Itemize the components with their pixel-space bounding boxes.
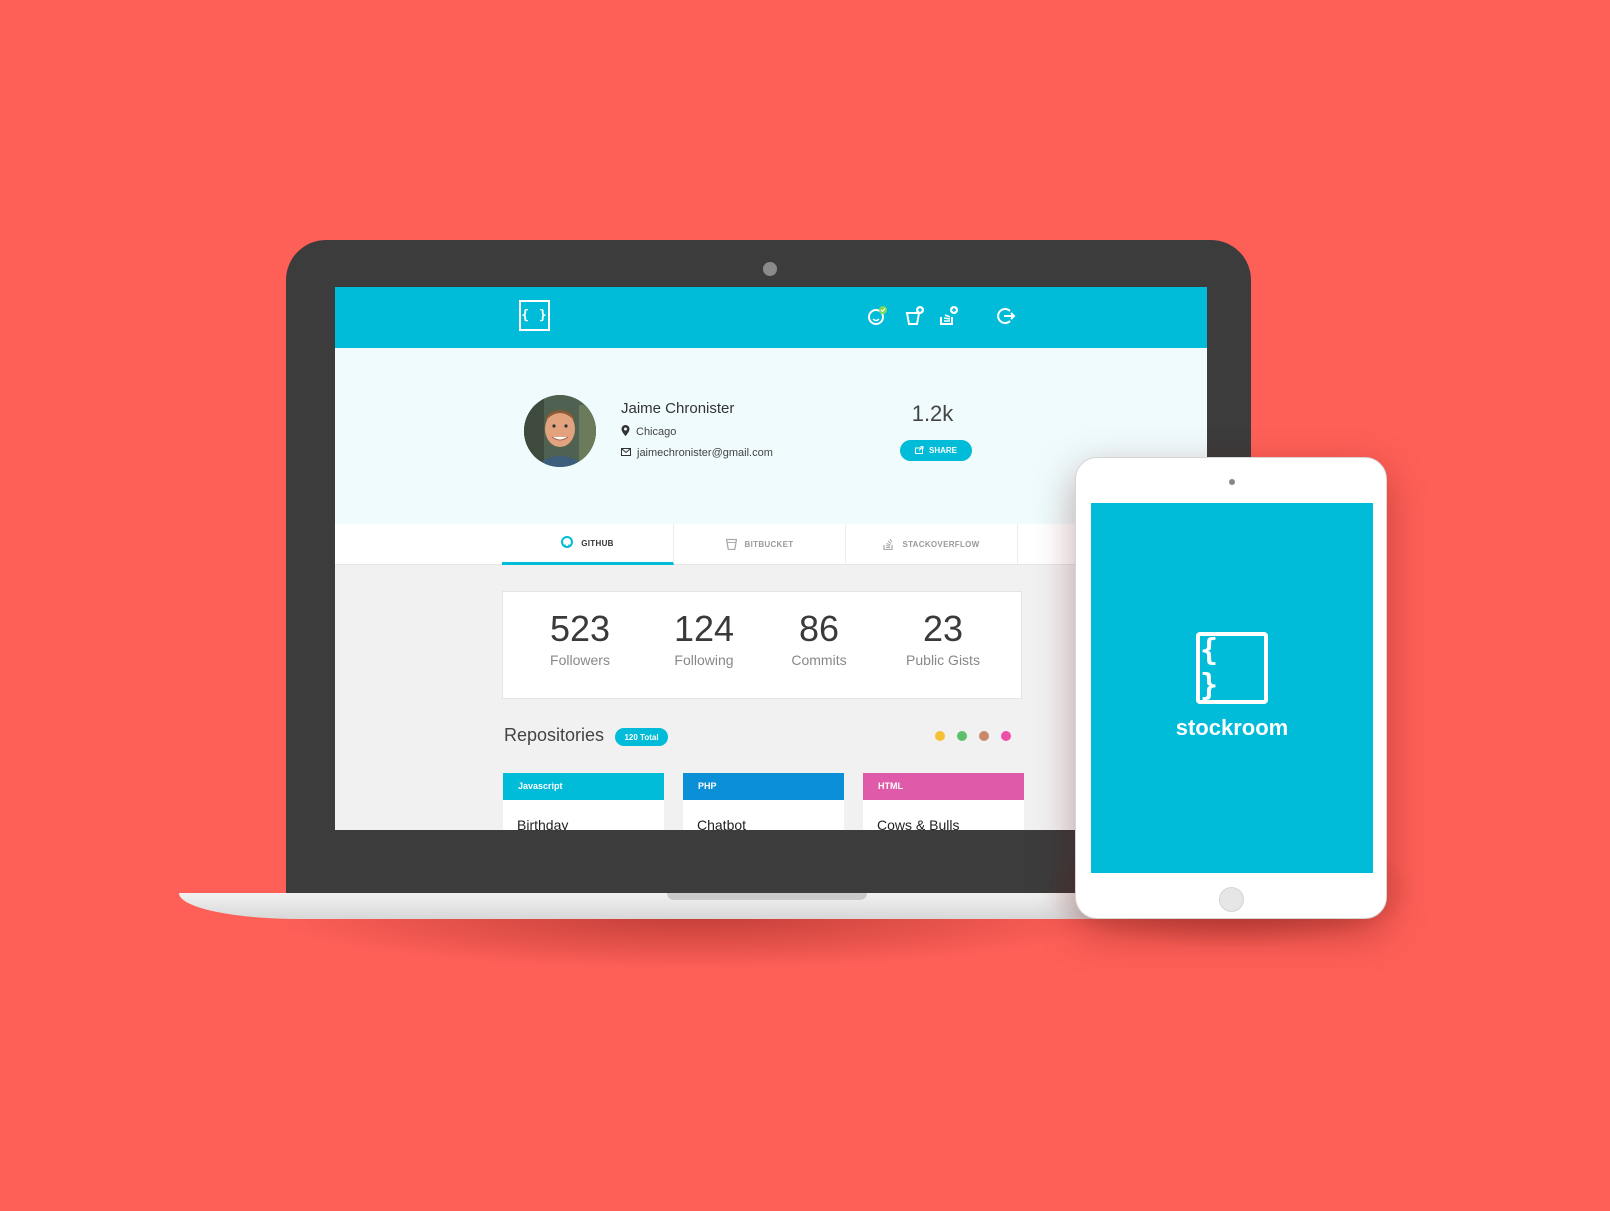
tablet-device: { } stockroom xyxy=(1075,457,1387,919)
stat-value: 86 xyxy=(798,608,840,649)
stackoverflow-icon xyxy=(883,538,894,552)
filter-dot-yellow[interactable] xyxy=(935,731,945,741)
filter-dot-pink[interactable] xyxy=(1001,731,1011,741)
bitbucket-add-icon[interactable] xyxy=(904,305,926,327)
repo-name: Birthday xyxy=(517,817,569,830)
logout-icon[interactable] xyxy=(995,305,1017,327)
repo-name: Cows & Bulls xyxy=(877,817,960,830)
profile-email[interactable]: jaimechronister@gmail.com xyxy=(637,447,773,459)
tablet-splash-screen: { } stockroom xyxy=(1091,503,1373,873)
tab-stackoverflow[interactable]: STACKOVERFLOW xyxy=(846,524,1018,565)
repositories-title: Repositories xyxy=(504,725,605,745)
stat-label: Following xyxy=(674,652,734,668)
repo-card[interactable]: PHP Chatbot xyxy=(683,773,844,830)
stat-commits[interactable]: 86 Commits xyxy=(759,608,879,668)
location-row: Chicago xyxy=(621,425,676,439)
brand-name: stockroom xyxy=(1175,715,1289,740)
profile-name: Jaime Chronister xyxy=(621,400,735,417)
home-button[interactable] xyxy=(1219,887,1244,912)
tablet-camera xyxy=(1229,479,1235,485)
stat-following[interactable]: 124 Following xyxy=(644,608,764,668)
stat-followers[interactable]: 523 Followers xyxy=(520,608,640,668)
stockroom-logo-icon: { } xyxy=(1196,632,1268,704)
tab-label: GITHUB xyxy=(581,538,614,548)
bitbucket-icon xyxy=(725,538,737,552)
app-logo[interactable]: { } xyxy=(519,300,550,331)
share-label: SHARE xyxy=(928,446,957,455)
stackoverflow-add-icon[interactable] xyxy=(938,305,960,327)
stat-value: 23 xyxy=(922,608,964,649)
github-icon xyxy=(561,536,574,550)
filter-dot-green[interactable] xyxy=(957,731,967,741)
repo-language: Javascript xyxy=(503,773,664,800)
avatar[interactable] xyxy=(524,395,596,467)
tab-label: BITBUCKET xyxy=(744,540,794,549)
repo-card[interactable]: Javascript Birthday xyxy=(503,773,664,830)
stat-value: 124 xyxy=(673,608,735,649)
repo-card[interactable]: HTML Cows & Bulls xyxy=(863,773,1024,830)
laptop-notch xyxy=(667,893,867,900)
laptop-camera xyxy=(763,262,777,276)
repo-language: HTML xyxy=(863,773,1024,800)
tab-bitbucket[interactable]: BITBUCKET xyxy=(674,524,846,565)
github-connected-icon[interactable] xyxy=(867,305,889,327)
stat-label: Commits xyxy=(791,652,847,668)
tab-github[interactable]: GITHUB xyxy=(502,524,674,565)
profile-score: 1.2k xyxy=(911,401,954,426)
stat-public-gists[interactable]: 23 Public Gists xyxy=(883,608,1003,668)
stat-label: Public Gists xyxy=(906,652,980,668)
repo-language: PHP xyxy=(683,773,844,800)
profile-location: Chicago xyxy=(636,426,677,438)
share-icon xyxy=(914,445,924,456)
top-navbar: { } xyxy=(335,287,1207,348)
mail-icon xyxy=(621,447,631,459)
repositories-total-badge: 120 Total xyxy=(615,728,668,746)
tab-label: STACKOVERFLOW xyxy=(902,540,980,549)
map-pin-icon xyxy=(621,425,630,439)
stats-card: 523 Followers 124 Following 86 Commits 2… xyxy=(502,591,1022,699)
filter-dot-brown[interactable] xyxy=(979,731,989,741)
stat-value: 523 xyxy=(549,608,611,649)
share-button[interactable]: SHARE xyxy=(900,440,972,461)
email-row: jaimechronister@gmail.com xyxy=(621,447,773,459)
repo-name: Chatbot xyxy=(697,817,747,830)
stat-label: Followers xyxy=(550,652,610,668)
